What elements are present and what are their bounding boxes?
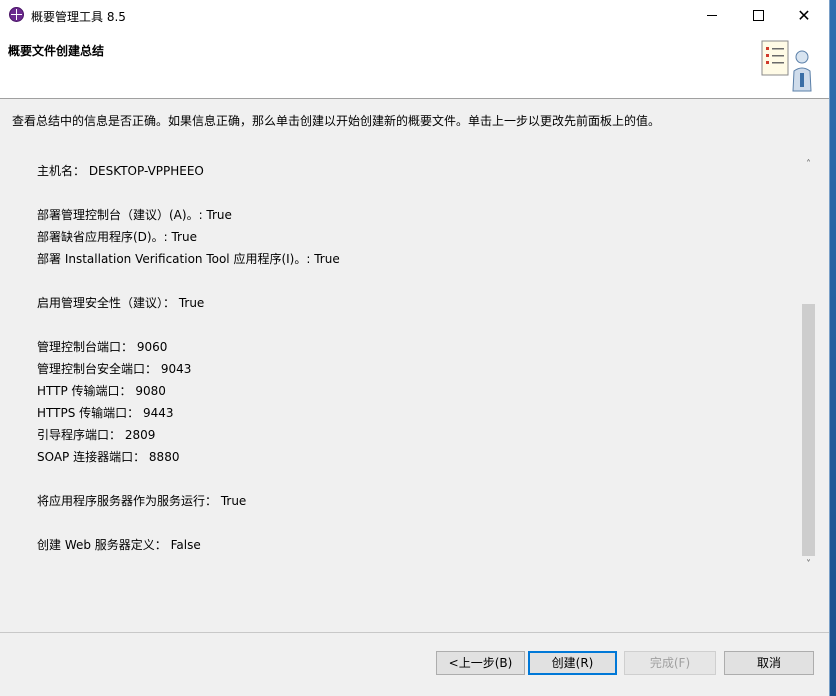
summary-panel: 主机名： DESKTOP-VPPHEEO 部署管理控制台（建议）(A)。: Tr… <box>12 152 817 574</box>
summary-line-ivt: 部署 Installation Verification Tool 应用程序(I… <box>37 252 340 266</box>
app-globe-icon <box>9 7 24 22</box>
desktop-background <box>830 0 836 696</box>
dialog-window: 概要管理工具 8.5 ✕ 概要文件创建总结 查看总结中的信息是否正确。如果信息正… <box>0 0 830 696</box>
scroll-down-arrow-icon[interactable]: ˅ <box>800 556 817 573</box>
summary-line-bootstrap-port: 引导程序端口： 2809 <box>37 428 156 442</box>
summary-scrollbar[interactable]: ˄ ˅ <box>800 152 817 574</box>
summary-line-https-port: HTTPS 传输端口： 9443 <box>37 406 174 420</box>
summary-line-web-server: 创建 Web 服务器定义： False <box>37 538 201 552</box>
create-button[interactable]: 创建(R) <box>528 651 617 675</box>
page-title: 概要文件创建总结 <box>8 44 105 58</box>
minimize-icon <box>707 14 717 16</box>
scroll-thumb[interactable] <box>802 304 815 556</box>
finish-button[interactable]: 完成(F) <box>624 651 716 675</box>
back-button[interactable]: <上一步(B) <box>436 651 525 675</box>
cancel-button[interactable]: 取消 <box>724 651 814 675</box>
maximize-icon <box>752 9 764 21</box>
header-banner: 概要文件创建总结 <box>0 31 829 99</box>
window-title: 概要管理工具 8.5 <box>31 10 126 24</box>
checklist-person-icon <box>761 40 812 92</box>
summary-line-run-as-service: 将应用程序服务器作为服务运行： True <box>37 494 247 508</box>
instruction-text: 查看总结中的信息是否正确。如果信息正确，那么单击创建以开始创建新的概要文件。单击… <box>12 114 661 128</box>
summary-line-admin-console: 部署管理控制台（建议）(A)。: True <box>37 208 232 222</box>
close-icon: ✕ <box>797 6 811 25</box>
summary-line-default-apps: 部署缺省应用程序(D)。: True <box>37 230 197 244</box>
summary-line-console-secure-port: 管理控制台安全端口： 9043 <box>37 362 192 376</box>
summary-line-admin-security: 启用管理安全性（建议）： True <box>37 296 205 310</box>
maximize-button[interactable] <box>735 0 781 31</box>
footer-divider <box>0 632 829 633</box>
summary-line-http-port: HTTP 传输端口： 9080 <box>37 384 166 398</box>
summary-line-hostname: 主机名： DESKTOP-VPPHEEO <box>37 164 204 178</box>
summary-line-console-port: 管理控制台端口： 9060 <box>37 340 168 354</box>
scroll-up-arrow-icon[interactable]: ˄ <box>800 156 817 173</box>
title-bar: 概要管理工具 8.5 ✕ <box>0 0 829 31</box>
minimize-button[interactable] <box>689 0 735 31</box>
close-button[interactable]: ✕ <box>781 0 827 31</box>
summary-line-soap-port: SOAP 连接器端口： 8880 <box>37 450 180 464</box>
